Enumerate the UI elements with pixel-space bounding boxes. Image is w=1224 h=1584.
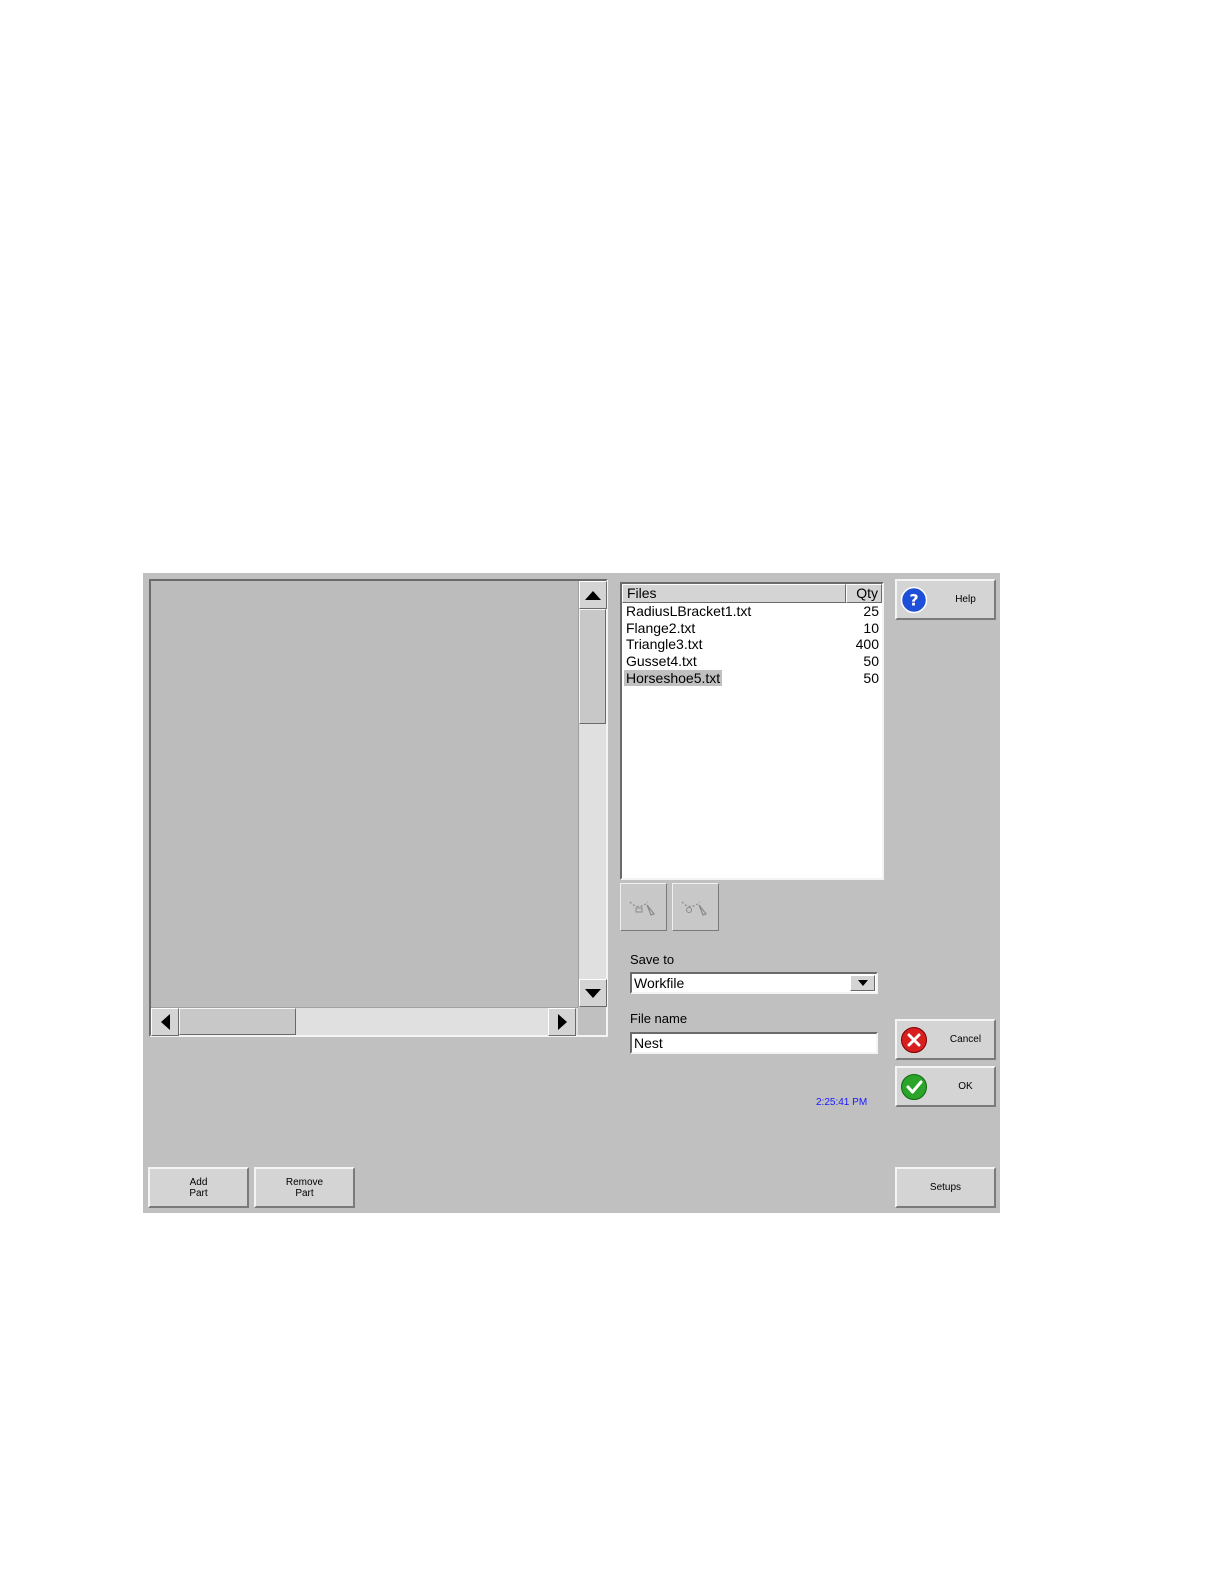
setups-button-label: Setups [929, 1182, 962, 1193]
list-item-selected[interactable]: Horseshoe5.txt 50 [622, 669, 882, 687]
add-part-label-line1: Add [189, 1176, 208, 1188]
scroll-right-button[interactable] [548, 1008, 576, 1036]
file-name-cell: Triangle3.txt [626, 636, 703, 653]
scroll-left-button[interactable] [151, 1008, 179, 1036]
arrow-right-icon [557, 1014, 567, 1030]
part-tool-button-1[interactable] [620, 883, 667, 931]
files-list[interactable]: Files Qty RadiusLBracket1.txt 25 Flange2… [620, 582, 884, 880]
file-qty-cell: 50 [863, 669, 879, 686]
svg-text:?: ? [909, 591, 918, 610]
column-header-qty[interactable]: Qty [846, 584, 882, 603]
file-qty-cell: 25 [863, 603, 879, 619]
checkmark-icon [901, 1074, 927, 1100]
clock-display: 2:25:41 PM [816, 1097, 868, 1108]
save-to-dropdown[interactable]: Workfile [630, 972, 878, 994]
file-qty-cell: 50 [863, 653, 879, 670]
scroll-down-button[interactable] [579, 979, 607, 1007]
part-arc-pointer-icon [681, 901, 707, 916]
help-button[interactable]: ? Help [895, 579, 996, 620]
file-name-label: File name [630, 1011, 688, 1026]
horizontal-scrollbar[interactable] [151, 1007, 578, 1036]
column-header-files[interactable]: Files [622, 584, 846, 603]
file-name-input[interactable]: Nest [630, 1032, 878, 1054]
arrow-up-icon [585, 590, 601, 600]
nest-window: Files Qty RadiusLBracket1.txt 25 Flange2… [143, 573, 1000, 1213]
part-arc-pointer-icon [629, 901, 655, 916]
chevron-down-icon [857, 980, 868, 986]
file-name-cell: Horseshoe5.txt [624, 669, 723, 687]
close-icon [901, 1027, 927, 1053]
vertical-scrollbar[interactable] [578, 581, 607, 1007]
files-list-header: Files Qty [622, 584, 882, 603]
help-button-label: Help [955, 594, 976, 605]
save-to-value: Workfile [634, 975, 685, 991]
file-name-value: Nest [634, 1035, 663, 1051]
file-name-cell: RadiusLBracket1.txt [626, 603, 752, 619]
setups-button[interactable]: Setups [895, 1167, 996, 1208]
remove-part-label-line2: Part [295, 1187, 314, 1199]
arrow-left-icon [160, 1014, 170, 1030]
add-part-label-line2: Part [189, 1187, 208, 1199]
list-item[interactable]: Gusset4.txt 50 [622, 653, 882, 670]
file-name-cell: Flange2.txt [626, 619, 696, 636]
arrow-down-icon [585, 988, 601, 998]
help-icon: ? [900, 586, 928, 614]
add-part-button[interactable]: Add Part [148, 1167, 249, 1208]
save-to-label: Save to [630, 952, 675, 967]
files-list-rows: RadiusLBracket1.txt 25 Flange2.txt 10 Tr… [622, 603, 882, 687]
scrollbar-corner [578, 1007, 606, 1035]
remove-part-button[interactable]: Remove Part [254, 1167, 355, 1208]
ok-button-label: OK [958, 1081, 973, 1092]
horizontal-scroll-thumb[interactable] [179, 1008, 296, 1035]
remove-part-label-line1: Remove [285, 1176, 324, 1188]
part-tool-button-2[interactable] [672, 883, 719, 931]
list-item[interactable]: RadiusLBracket1.txt 25 [622, 603, 882, 620]
list-item[interactable]: Triangle3.txt 400 [622, 636, 882, 653]
ok-button[interactable]: OK [895, 1066, 996, 1107]
scroll-up-button[interactable] [579, 581, 607, 609]
file-qty-cell: 10 [863, 619, 879, 636]
nest-preview-canvas[interactable] [151, 581, 578, 1007]
cancel-button-label: Cancel [949, 1034, 982, 1045]
file-name-cell: Gusset4.txt [626, 653, 697, 670]
file-qty-cell: 400 [855, 636, 879, 653]
cancel-button[interactable]: Cancel [895, 1019, 996, 1060]
nest-preview-panel [149, 579, 608, 1037]
dropdown-toggle[interactable] [850, 975, 875, 991]
list-item[interactable]: Flange2.txt 10 [622, 620, 882, 637]
vertical-scroll-thumb[interactable] [579, 609, 606, 724]
